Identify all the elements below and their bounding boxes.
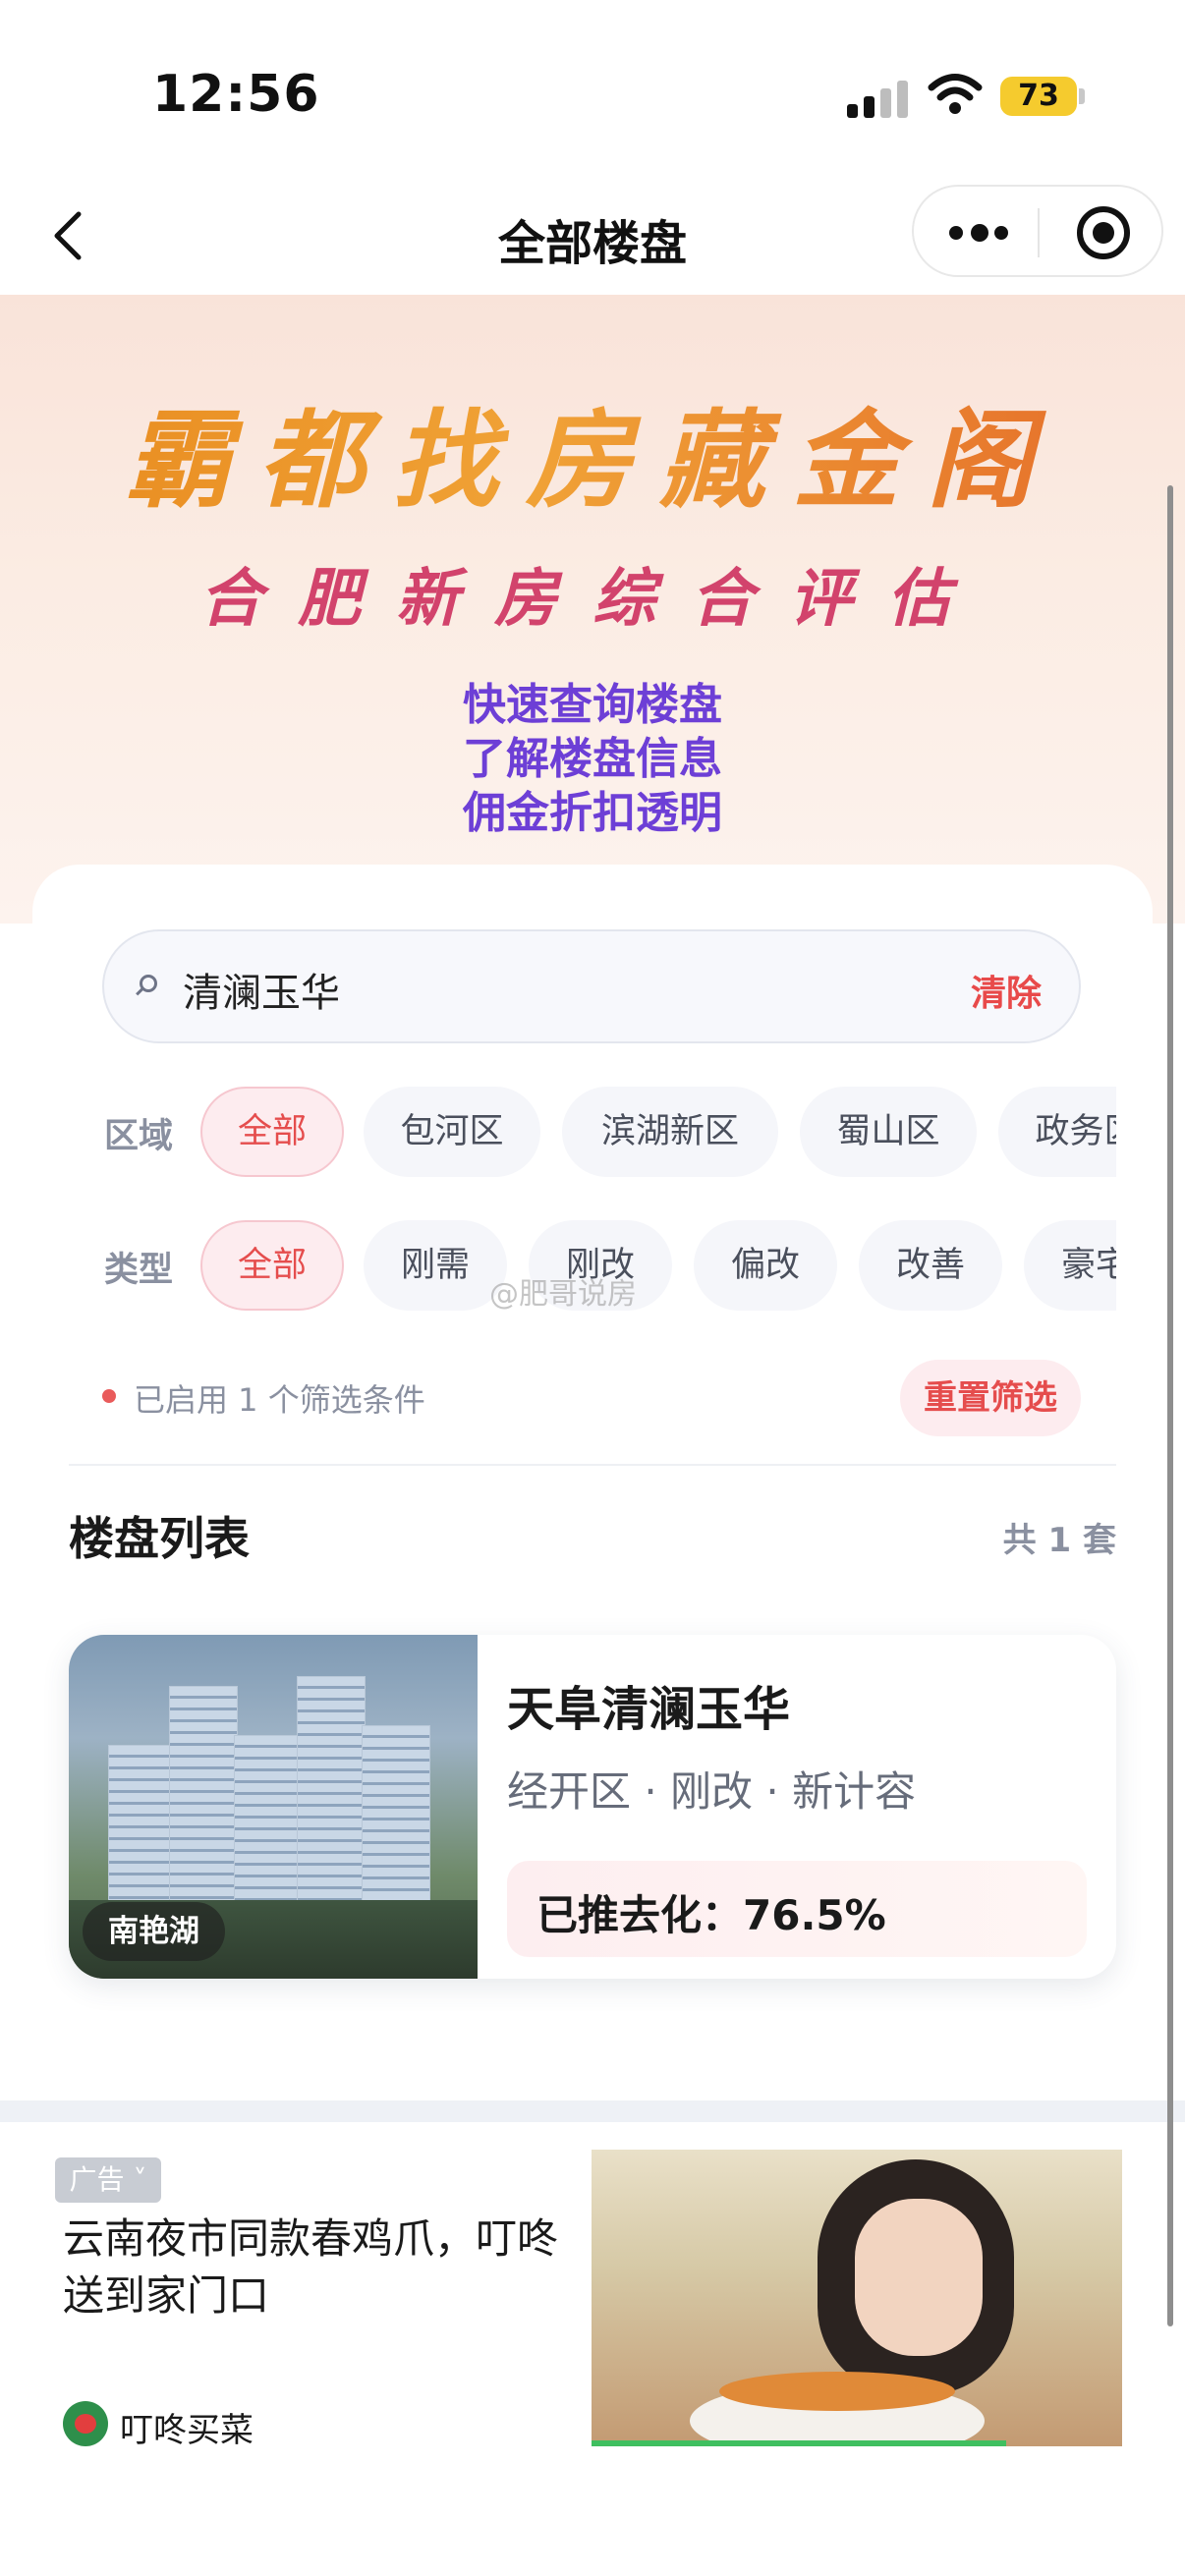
promo-banner: 霸都找房藏金阁 合肥新房综合评估 快速查询楼盘 了解楼盘信息 佣金折扣透明	[0, 295, 1185, 924]
property-destock-rate: 已推去化：76.5%	[536, 1891, 886, 1939]
filter-status-dot	[102, 1389, 116, 1403]
search-icon	[140, 975, 157, 992]
region-chip-binhu[interactable]: 滨湖新区	[562, 1087, 778, 1177]
listing-title: 楼盘列表	[69, 1512, 250, 1565]
search-value: 清澜玉华	[183, 971, 340, 1016]
banner-feature-line: 快速查询楼盘	[463, 680, 722, 730]
listing-count: 共 1 套	[1002, 1521, 1116, 1560]
status-bar: 12:56 73	[0, 0, 1185, 177]
region-chip-zhengwu[interactable]: 政务区	[998, 1087, 1116, 1177]
banner-feature-line: 了解楼盘信息	[463, 734, 722, 784]
cellular-signal-icon	[847, 79, 908, 118]
close-miniprogram-icon[interactable]	[1077, 206, 1130, 259]
type-chip-haozhai[interactable]: 豪宅	[1024, 1220, 1116, 1311]
battery-indicator: 73	[1000, 77, 1077, 116]
nav-bar: 全部楼盘	[0, 177, 1185, 295]
banner-headline: 霸都找房藏金阁	[0, 375, 1185, 529]
banner-subheadline: 合肥新房综合评估	[199, 562, 986, 636]
divider	[69, 1464, 1116, 1466]
property-name: 天阜清澜玉华	[507, 1682, 791, 1737]
ad-tag-label: 广告	[69, 2163, 125, 2196]
region-chip-all[interactable]: 全部	[200, 1087, 344, 1177]
property-location-badge: 南艳湖	[83, 1902, 225, 1961]
brand-logo-icon	[63, 2401, 108, 2446]
type-filter-chips: 全部 刚需 刚改 偏改 改善 豪宅	[200, 1220, 1116, 1315]
more-options-icon[interactable]	[949, 224, 1008, 244]
banner-feature-line: 佣金折扣透明	[463, 788, 722, 838]
property-card[interactable]: 南艳湖 天阜清澜玉华 经开区 · 刚改 · 新计容 已推去化：76.5%	[69, 1635, 1116, 1979]
status-time: 12:56	[152, 65, 320, 124]
ad-progress-bar	[592, 2440, 1006, 2446]
wifi-icon	[928, 74, 983, 114]
type-chip-gaishan[interactable]: 改善	[859, 1220, 1002, 1311]
battery-cap	[1079, 88, 1085, 104]
banner-features: 快速查询楼盘 了解楼盘信息 佣金折扣透明	[0, 678, 1185, 840]
mini-program-capsule	[912, 185, 1163, 277]
watermark: @肥哥说房	[489, 1277, 637, 1312]
ad-brand: 叮咚买菜	[120, 2411, 254, 2450]
property-meta: 经开区 · 刚改 · 新计容	[507, 1767, 917, 1816]
search-input[interactable]: 清澜玉华 清除	[102, 929, 1081, 1043]
property-image: 南艳湖	[69, 1635, 478, 1979]
chevron-down-icon: ˅	[124, 2163, 147, 2196]
ad-title[interactable]: 云南夜市同款春鸡爪，叮咚送到家门口	[63, 2211, 574, 2324]
clear-search-button[interactable]: 清除	[971, 965, 1042, 1016]
reset-filters-button[interactable]: 重置筛选	[900, 1360, 1081, 1436]
region-filter-label: 区域	[104, 1117, 174, 1156]
capsule-divider	[1038, 208, 1040, 257]
region-filter-chips: 全部 包河区 滨湖新区 蜀山区 政务区	[200, 1087, 1116, 1181]
region-chip-baohe[interactable]: 包河区	[364, 1087, 540, 1177]
section-gap	[0, 2100, 1185, 2122]
region-chip-shushan[interactable]: 蜀山区	[800, 1087, 977, 1177]
type-chip-all[interactable]: 全部	[200, 1220, 344, 1311]
type-chip-piangai[interactable]: 偏改	[694, 1220, 837, 1311]
ad-tag[interactable]: 广告 ˅	[55, 2157, 161, 2203]
property-destock-box: 已推去化：76.5%	[507, 1861, 1087, 1957]
type-filter-label: 类型	[104, 1251, 174, 1290]
type-chip-gangxu[interactable]: 刚需	[364, 1220, 507, 1311]
ad-image[interactable]	[592, 2150, 1122, 2446]
scrollbar[interactable]	[1167, 485, 1173, 2326]
filter-status-text: 已启用 1 个筛选条件	[134, 1381, 425, 1419]
